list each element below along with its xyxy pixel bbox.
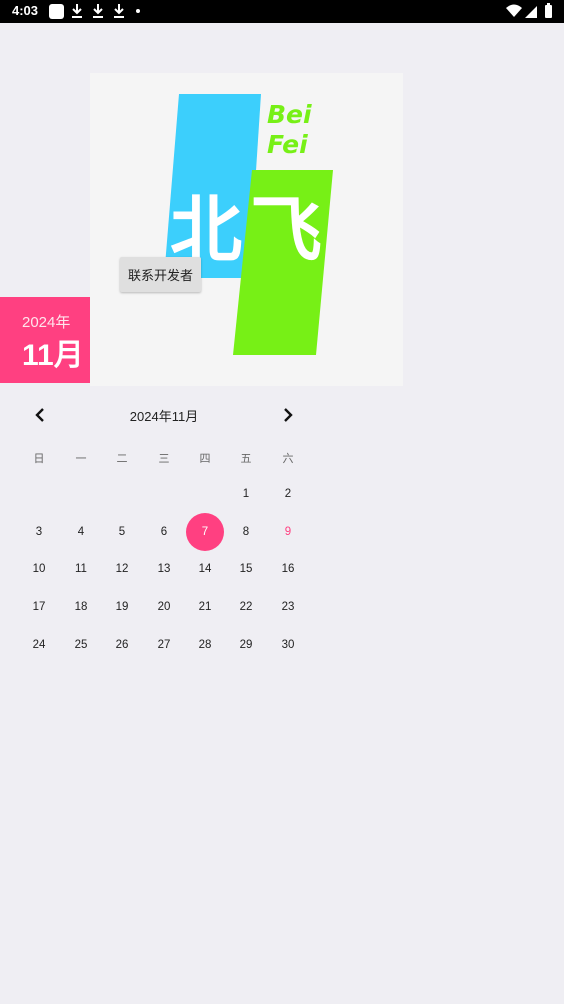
calendar-day[interactable]: 26 xyxy=(103,626,141,664)
calendar-day[interactable]: 21 xyxy=(186,588,224,626)
calendar-day-selected[interactable]: 7 xyxy=(186,513,224,551)
calendar-day[interactable]: 9 xyxy=(269,513,307,551)
contact-developer-button[interactable]: 联系开发者 xyxy=(120,257,201,292)
weekday-label: 三 xyxy=(158,453,170,465)
weekday-label: 六 xyxy=(282,453,294,465)
calendar-day[interactable]: 12 xyxy=(103,550,141,588)
calendar-day[interactable]: 24 xyxy=(20,626,58,664)
calendar-day[interactable]: 8 xyxy=(227,513,265,551)
calendar-day[interactable]: 2 xyxy=(269,475,307,513)
download-icon xyxy=(114,4,124,18)
download-icon xyxy=(93,4,103,18)
calendar-day[interactable]: 25 xyxy=(62,626,100,664)
calendar-day[interactable]: 16 xyxy=(269,550,307,588)
beifei-logo: Bei Fei 北 飞 xyxy=(164,94,333,355)
svg-text:飞: 飞 xyxy=(250,188,322,272)
calendar-day[interactable]: 27 xyxy=(145,626,183,664)
notification-app-icon xyxy=(49,4,64,19)
calendar-day[interactable]: 29 xyxy=(227,626,265,664)
date-card-month: 11月 xyxy=(22,339,84,372)
status-time: 4:03 xyxy=(12,3,39,18)
calendar-header: 2024年11月 xyxy=(20,397,308,433)
system-status-icons xyxy=(506,3,552,18)
weekday-label: 四 xyxy=(199,453,211,465)
app-logo-banner: Bei Fei 北 飞 xyxy=(90,73,403,386)
calendar-day[interactable]: 17 xyxy=(20,588,58,626)
svg-text:Fei: Fei xyxy=(267,130,308,159)
calendar-day[interactable]: 14 xyxy=(186,550,224,588)
calendar-day[interactable]: 10 xyxy=(20,550,58,588)
date-card-year: 2024年 xyxy=(22,314,71,331)
calendar-day[interactable]: 20 xyxy=(145,588,183,626)
calendar-day[interactable]: 4 xyxy=(62,513,100,551)
calendar-day[interactable]: 6 xyxy=(145,513,183,551)
calendar-day[interactable]: 1 xyxy=(227,475,265,513)
more-notifications-dot xyxy=(136,9,140,13)
calendar-month-title: 2024年11月 xyxy=(129,409,199,424)
calendar-day[interactable]: 19 xyxy=(103,588,141,626)
calendar-day[interactable]: 22 xyxy=(227,588,265,626)
calendar-day[interactable]: 11 xyxy=(62,550,100,588)
signal-icon xyxy=(525,6,537,18)
chevron-right-icon xyxy=(284,408,293,422)
calendar-day[interactable]: 3 xyxy=(20,513,58,551)
current-date-card: 2024年 11月 xyxy=(0,297,90,383)
weekday-header-row: 日一二三四五六 xyxy=(18,450,308,468)
weekday-label: 日 xyxy=(33,453,45,465)
status-bar: 4:03 xyxy=(0,0,564,23)
battery-icon xyxy=(545,5,552,18)
calendar-day[interactable]: 30 xyxy=(269,626,307,664)
calendar-day[interactable]: 15 xyxy=(227,550,265,588)
svg-text:Bei: Bei xyxy=(267,100,312,129)
calendar-day[interactable]: 5 xyxy=(103,513,141,551)
weekday-label: 五 xyxy=(240,453,252,465)
wifi-icon xyxy=(506,4,522,17)
download-icon xyxy=(72,4,82,18)
calendar-day[interactable]: 18 xyxy=(62,588,100,626)
calendar-day[interactable]: 23 xyxy=(269,588,307,626)
calendar-day[interactable]: 13 xyxy=(145,550,183,588)
next-month-button[interactable] xyxy=(276,403,300,427)
weekday-label: 二 xyxy=(116,453,128,465)
weekday-label: 一 xyxy=(75,453,87,465)
calendar-day[interactable]: 28 xyxy=(186,626,224,664)
